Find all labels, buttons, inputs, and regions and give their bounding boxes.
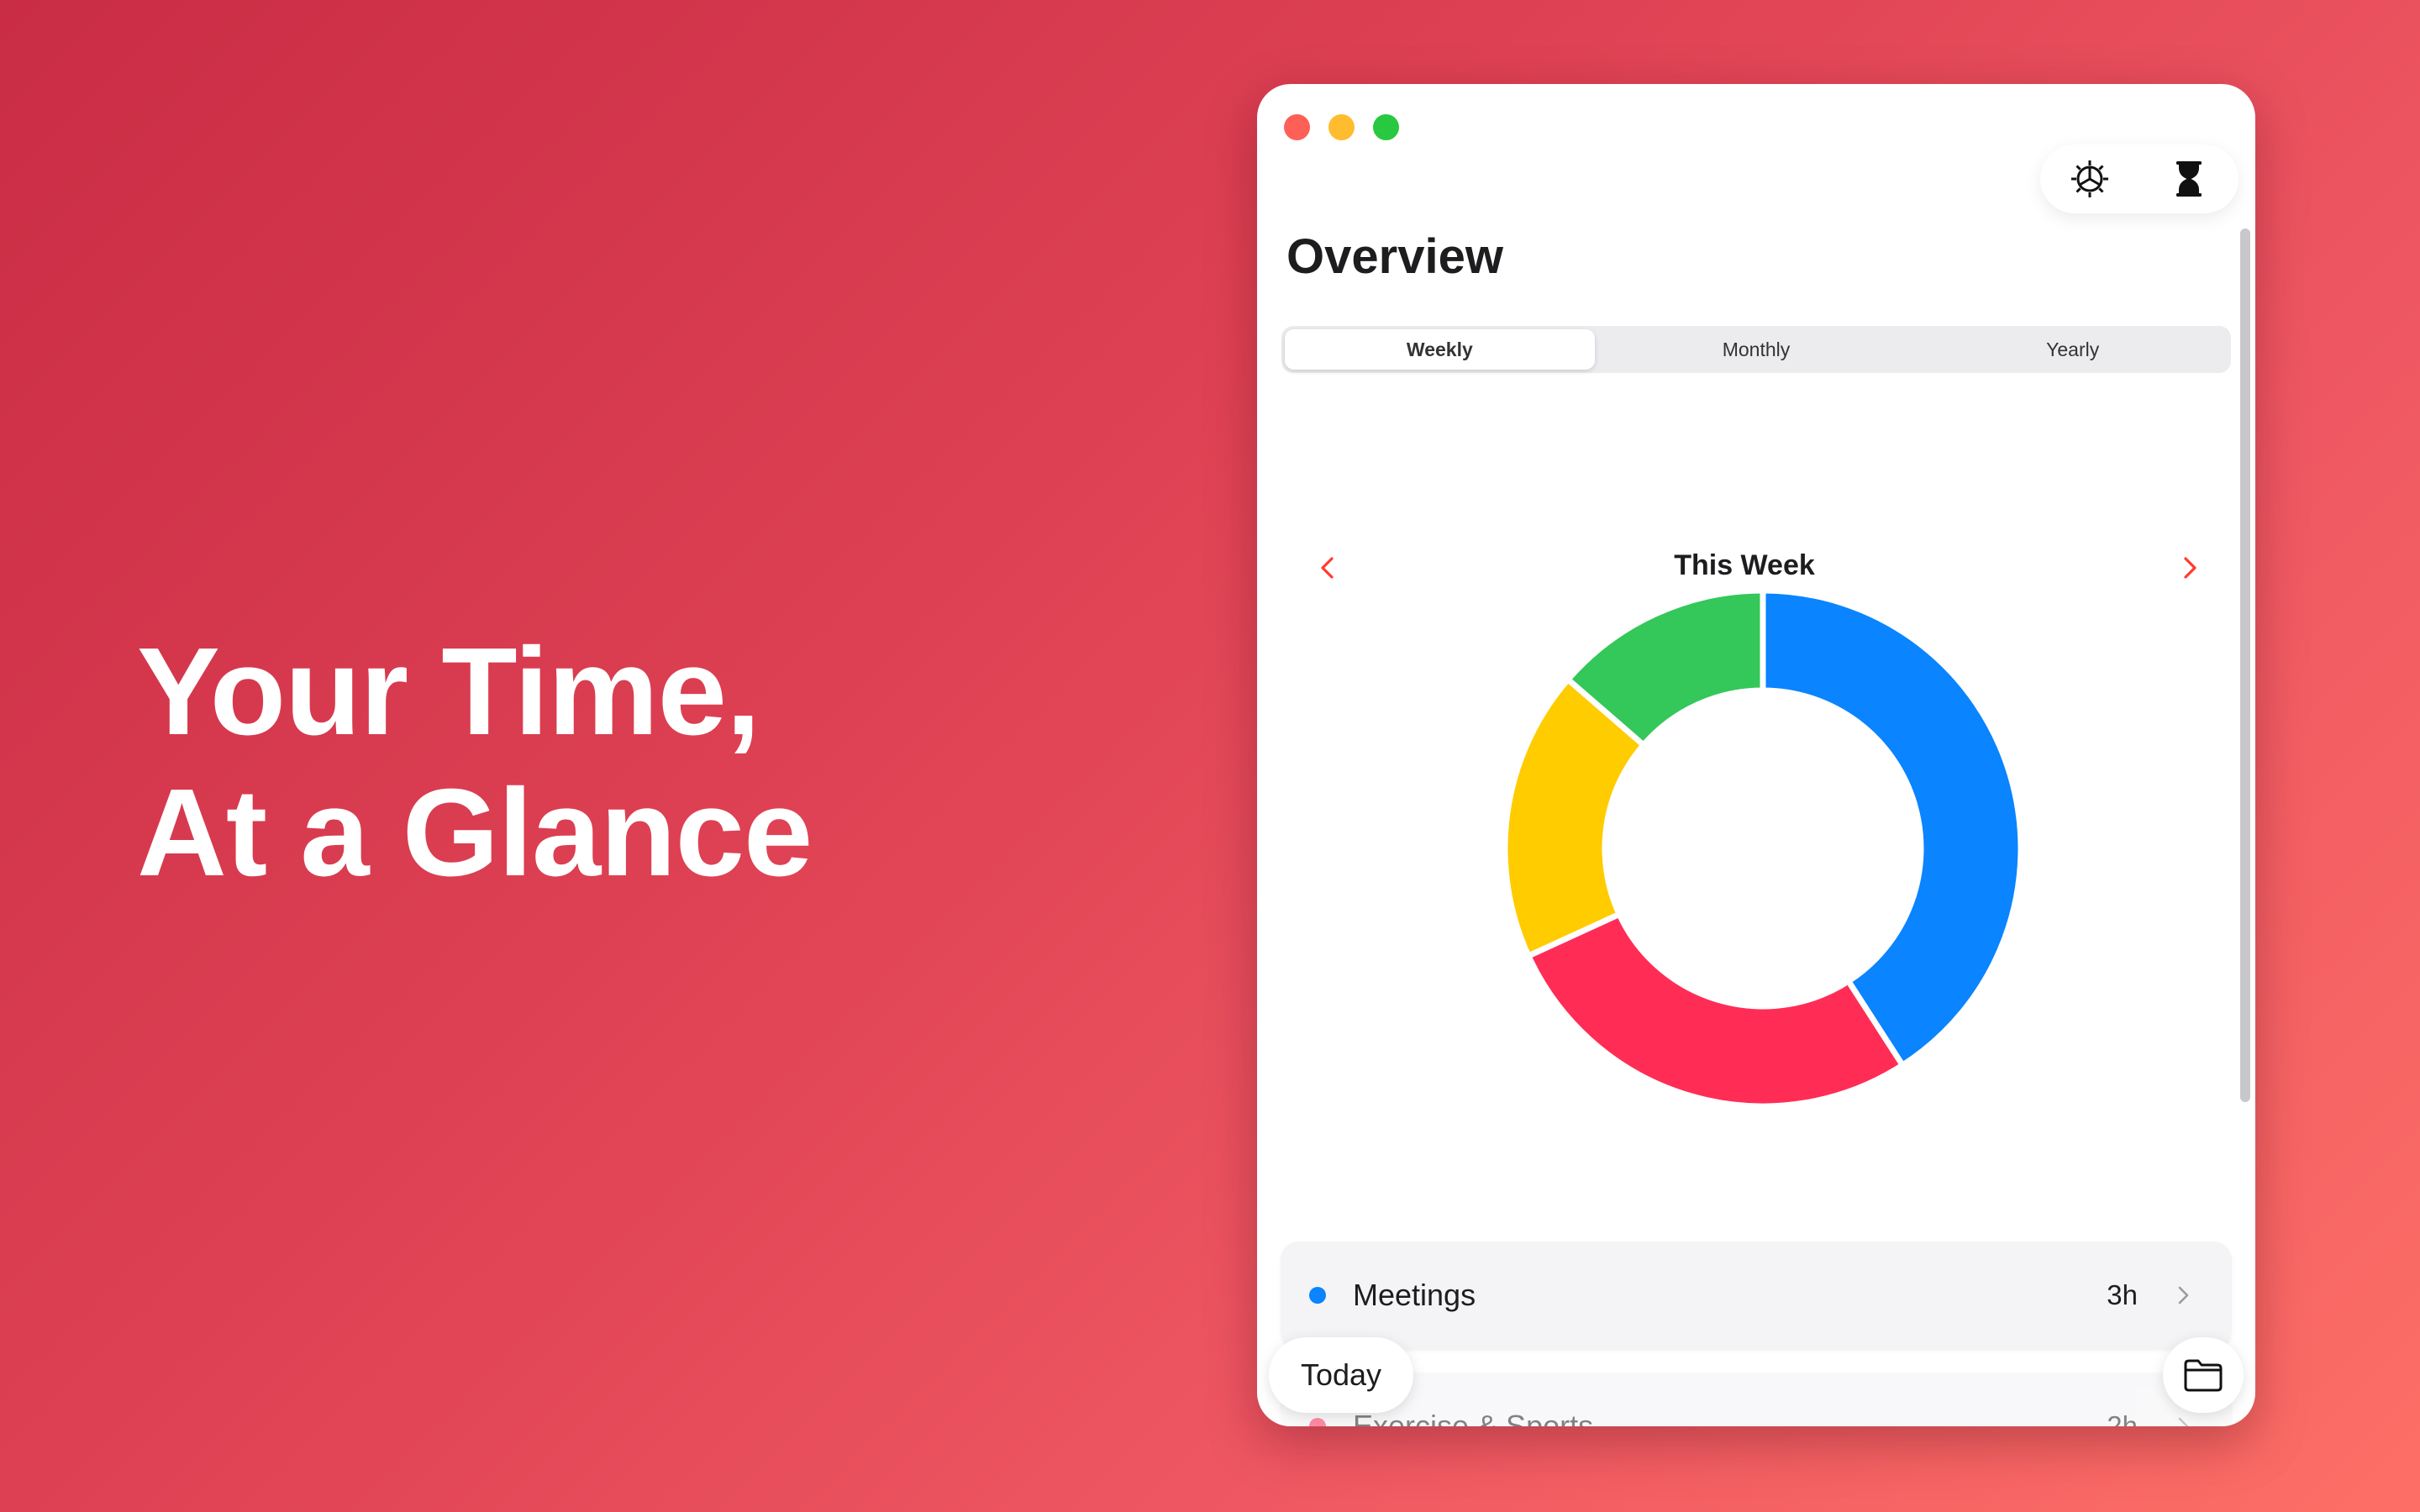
category-color-dot [1309, 1418, 1326, 1426]
chevron-right-icon [2184, 557, 2196, 579]
category-label: Meetings [1353, 1278, 1476, 1312]
chevron-right-icon [2171, 1415, 2195, 1426]
category-list: Meetings 3h Exercise & Sports 2h [1281, 1242, 2232, 1426]
folder-button[interactable] [2163, 1337, 2244, 1413]
period-label: This Week [1674, 549, 1815, 581]
category-label: Exercise & Sports [1353, 1409, 1594, 1426]
category-duration: 2h [2107, 1410, 2138, 1426]
settings-button[interactable] [2060, 150, 2119, 208]
page-title: Overview [1286, 229, 1503, 284]
window-close-button[interactable] [1284, 114, 1310, 140]
tab-weekly[interactable]: Weekly [1285, 329, 1595, 370]
scrollbar[interactable] [2240, 228, 2250, 1102]
donut-slice-2[interactable] [1525, 911, 1906, 1109]
donut-chart [1502, 588, 2023, 1109]
timer-button[interactable] [2160, 150, 2218, 208]
marketing-headline: Your Time, At a Glance [137, 622, 813, 904]
gear-icon [2071, 160, 2108, 197]
today-button[interactable]: Today [1269, 1337, 1413, 1413]
folder-icon [2184, 1359, 2223, 1392]
window-zoom-button[interactable] [1373, 114, 1399, 140]
category-duration: 3h [2107, 1279, 2138, 1310]
headline-line-2: At a Glance [137, 764, 813, 902]
app-window: Overview Weekly Monthly Yearly This Week… [1257, 84, 2255, 1426]
window-minimize-button[interactable] [1328, 114, 1355, 140]
headline-line-1: Your Time, [137, 622, 760, 761]
toolbar [2040, 144, 2238, 213]
chevron-right-icon [2171, 1284, 2195, 1307]
tab-yearly[interactable]: Yearly [1918, 329, 2228, 370]
next-period-button[interactable] [2166, 544, 2213, 591]
period-segmented-control: Weekly Monthly Yearly [1281, 326, 2231, 373]
category-row-exercise-sports[interactable]: Exercise & Sports 2h [1281, 1373, 2232, 1426]
hourglass-icon [2176, 161, 2202, 197]
category-color-dot [1309, 1287, 1326, 1304]
category-row-meetings[interactable]: Meetings 3h [1281, 1242, 2232, 1349]
donut-slice-1[interactable] [1760, 588, 2023, 1068]
tab-monthly[interactable]: Monthly [1602, 329, 1912, 370]
